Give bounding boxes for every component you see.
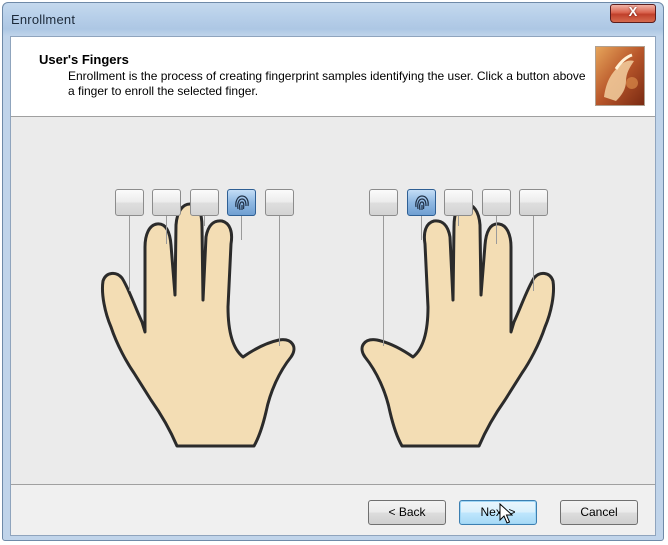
close-button[interactable]: X [610,4,656,23]
right-little-finger-button[interactable] [519,189,548,216]
right-hand [360,202,555,448]
guide-line [241,216,242,240]
right-thumb-button[interactable] [369,189,398,216]
next-button[interactable]: Next > [459,500,537,525]
right-index-finger-button[interactable] [407,189,436,216]
guide-line [421,216,422,240]
page-description: Enrollment is the process of creating fi… [68,69,586,98]
guide-line [279,216,280,346]
back-button[interactable]: < Back [368,500,446,525]
guide-line [383,216,384,346]
left-thumb-button[interactable] [265,189,294,216]
guide-line [533,216,534,291]
left-middle-finger-button[interactable] [190,189,219,216]
guide-line [458,216,459,226]
guide-line [166,216,167,244]
cancel-button[interactable]: Cancel [560,500,638,525]
right-middle-finger-button[interactable] [444,189,473,216]
close-icon: X [628,4,638,19]
header-artwork [595,46,645,106]
right-ring-finger-button[interactable] [482,189,511,216]
fingerprint-icon [235,195,249,211]
left-index-finger-button[interactable] [227,189,256,216]
wizard-footer: < Back Next > Cancel [11,485,655,537]
page-title: User's Fingers [39,52,129,67]
left-ring-finger-button[interactable] [152,189,181,216]
guide-line [204,216,205,226]
guide-line [496,216,497,244]
dialog-body: User's Fingers Enrollment is the process… [10,36,656,536]
title-bar[interactable]: Enrollment X [3,3,663,37]
mouse-cursor-icon [499,503,513,524]
guide-line [129,216,130,291]
window-title: Enrollment [11,12,76,27]
fingerprint-icon [415,195,429,211]
enrollment-window: Enrollment X User's Fingers Enrollment i… [2,2,664,541]
finger-selection-area [11,117,655,485]
left-hand [101,202,296,448]
wizard-header: User's Fingers Enrollment is the process… [11,37,655,117]
left-little-finger-button[interactable] [115,189,144,216]
hands-illustration [101,202,555,448]
